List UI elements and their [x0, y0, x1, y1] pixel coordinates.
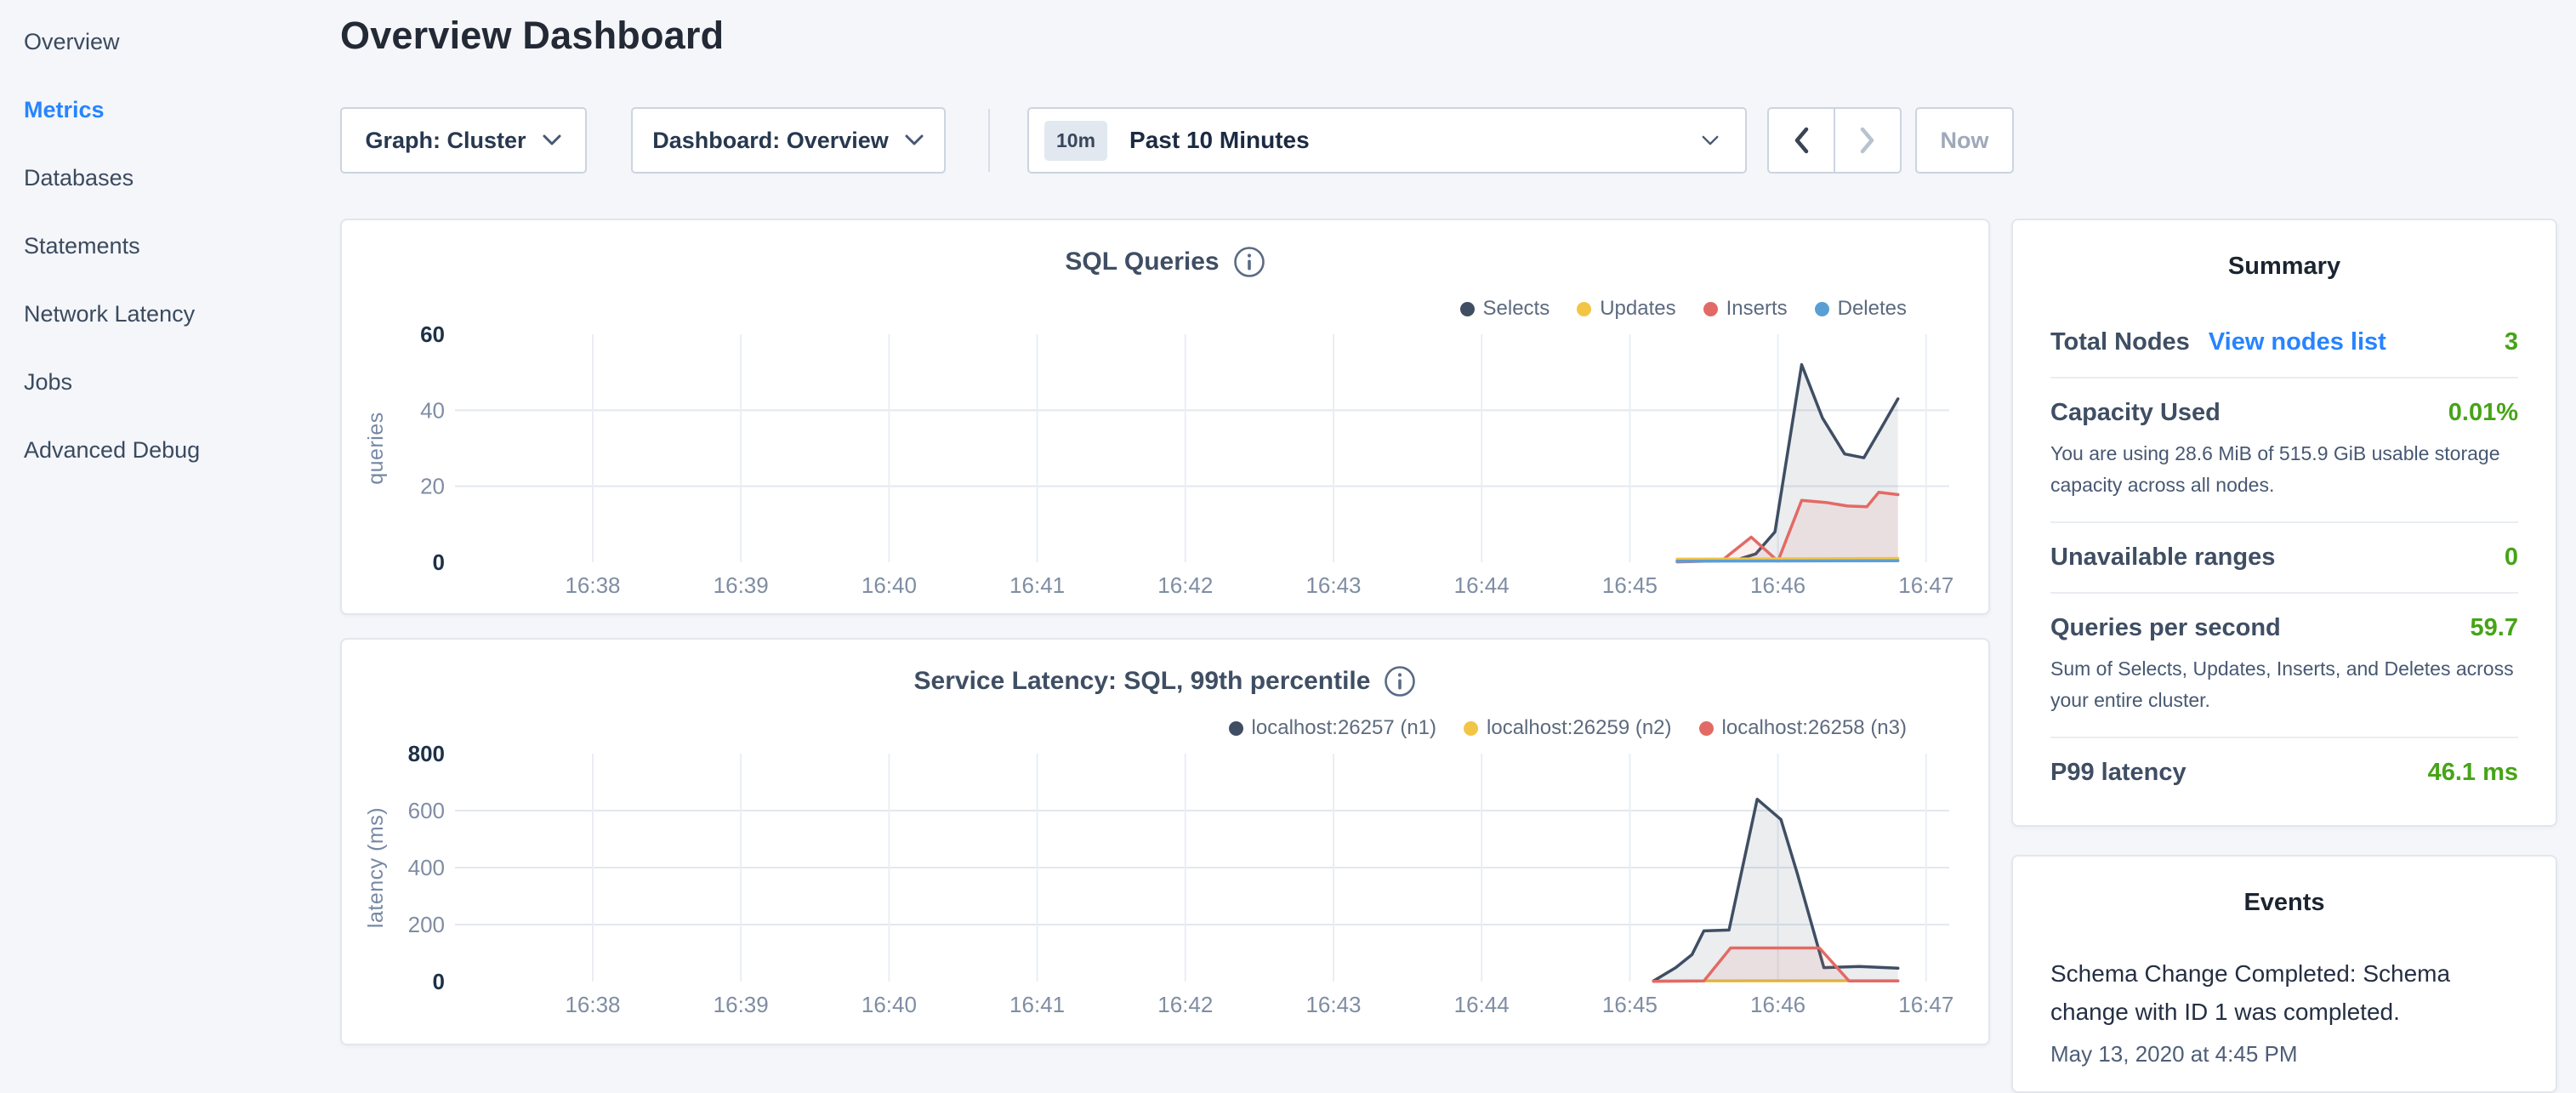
graph-dropdown[interactable]: Graph: Cluster — [340, 107, 587, 174]
event-text: Schema Change Completed: Schema change w… — [2050, 954, 2518, 1031]
svg-text:60: 60 — [420, 322, 445, 347]
sidebar-item-advanced-debug[interactable]: Advanced Debug — [0, 416, 340, 484]
svg-text:16:45: 16:45 — [1602, 572, 1658, 598]
summary-row-value: 3 — [2505, 328, 2518, 356]
svg-text:16:45: 16:45 — [1602, 992, 1658, 1017]
view-nodes-list-link[interactable]: View nodes list — [2209, 328, 2386, 356]
svg-text:queries: queries — [364, 412, 388, 485]
svg-text:16:43: 16:43 — [1305, 992, 1361, 1017]
time-range-badge: 10m — [1044, 121, 1107, 161]
now-button[interactable]: Now — [1915, 107, 2014, 174]
svg-text:0: 0 — [433, 969, 445, 994]
events-list: Schema Change Completed: Schema change w… — [2050, 954, 2518, 1067]
summary-row-label: Total Nodes — [2050, 328, 2190, 356]
summary-panel: Summary Total Nodes View nodes list 3 Capac… — [2011, 219, 2557, 827]
event-item: Schema Change Completed: Schema change w… — [2050, 954, 2518, 1067]
svg-text:16:46: 16:46 — [1750, 572, 1805, 598]
summary-row-label: P99 latency — [2050, 759, 2186, 787]
summary-row-label: Queries per second — [2050, 614, 2281, 642]
summary-row: Queries per second 59.7 Sum of Selects, Up… — [2050, 594, 2518, 738]
summary-row: Total Nodes View nodes list 3 — [2050, 308, 2518, 379]
service-latency-chart-card: Service Latency: SQL, 99th percentile lo… — [340, 638, 1990, 1045]
svg-text:16:41: 16:41 — [1009, 992, 1065, 1017]
time-pager — [1767, 107, 1902, 174]
svg-text:16:42: 16:42 — [1157, 572, 1213, 598]
summary-row: Capacity Used 0.01% You are using 28.6 MiB… — [2050, 379, 2518, 523]
svg-text:latency (ms): latency (ms) — [364, 807, 388, 928]
summary-row-value: 0.01% — [2448, 399, 2518, 427]
chevron-left-icon — [1792, 126, 1811, 155]
summary-row-value: 46.1 ms — [2428, 759, 2518, 787]
summary-row-label: Unavailable ranges — [2050, 544, 2275, 572]
dashboard-dropdown[interactable]: Dashboard: Overview — [631, 107, 946, 174]
svg-text:16:47: 16:47 — [1898, 992, 1953, 1017]
svg-text:200: 200 — [408, 912, 445, 937]
svg-text:16:43: 16:43 — [1305, 572, 1361, 598]
page-title: Overview Dashboard — [340, 14, 724, 58]
events-panel: Events Schema Change Completed: Schema c… — [2011, 855, 2557, 1093]
svg-text:16:38: 16:38 — [565, 992, 620, 1017]
svg-text:16:40: 16:40 — [862, 992, 917, 1017]
summary-row-value: 59.7 — [2471, 614, 2518, 642]
controls-divider — [988, 109, 990, 172]
svg-text:400: 400 — [408, 855, 445, 880]
sidebar-item-statements[interactable]: Statements — [0, 212, 340, 280]
svg-text:0: 0 — [433, 549, 445, 575]
svg-text:16:46: 16:46 — [1750, 992, 1805, 1017]
svg-text:16:44: 16:44 — [1454, 992, 1510, 1017]
event-timestamp: May 13, 2020 at 4:45 PM — [2050, 1041, 2518, 1067]
svg-text:16:39: 16:39 — [714, 992, 769, 1017]
svg-text:16:39: 16:39 — [714, 572, 769, 598]
events-title: Events — [2050, 889, 2518, 917]
summary-title: Summary — [2050, 253, 2518, 281]
summary-row: Unavailable ranges 0 — [2050, 523, 2518, 594]
summary-rows: Total Nodes View nodes list 3 Capacity Used… — [2050, 308, 2518, 807]
summary-row-value: 0 — [2505, 544, 2518, 572]
dashboard-dropdown-label: Dashboard: Overview — [652, 128, 889, 154]
svg-text:16:38: 16:38 — [565, 572, 620, 598]
chevron-down-icon — [1701, 134, 1720, 147]
svg-text:16:41: 16:41 — [1009, 572, 1065, 598]
sidebar-item-metrics[interactable]: Metrics — [0, 76, 340, 144]
sidebar-item-databases[interactable]: Databases — [0, 144, 340, 212]
time-range-label: Past 10 Minutes — [1129, 127, 1310, 154]
summary-row: P99 latency 46.1 ms — [2050, 738, 2518, 807]
sidebar-item-overview[interactable]: Overview — [0, 8, 340, 76]
svg-text:800: 800 — [408, 741, 445, 766]
chevron-right-icon — [1858, 126, 1877, 155]
svg-text:16:47: 16:47 — [1898, 572, 1953, 598]
svg-text:600: 600 — [408, 798, 445, 823]
graph-dropdown-label: Graph: Cluster — [365, 128, 526, 154]
next-timespan-button[interactable] — [1834, 109, 1900, 172]
summary-row-description: Sum of Selects, Updates, Inserts, and De… — [2050, 653, 2518, 716]
summary-row-description: You are using 28.6 MiB of 515.9 GiB usab… — [2050, 438, 2518, 501]
svg-text:16:42: 16:42 — [1157, 992, 1213, 1017]
overview-dashboard-page: { "header": { "title": "Overview Dashboa… — [0, 0, 2576, 1051]
chevron-down-icon — [904, 134, 924, 147]
chevron-down-icon — [542, 134, 562, 147]
service-latency-plot: 16:38 16:39 16:40 16:41 16:42 16:43 16:44 16:45… — [342, 640, 1992, 1047]
sql-queries-chart-card: SQL Queries SelectsUpdatesInsertsDeletes… — [340, 219, 1990, 615]
now-button-label: Now — [1941, 128, 1989, 154]
svg-text:40: 40 — [420, 397, 445, 423]
sidebar-item-network-latency[interactable]: Network Latency — [0, 280, 340, 348]
svg-text:16:44: 16:44 — [1454, 572, 1510, 598]
previous-timespan-button[interactable] — [1769, 109, 1834, 172]
svg-text:20: 20 — [420, 474, 445, 499]
sql-queries-plot: 16:38 16:39 16:40 16:41 16:42 16:43 16:44 16:45… — [342, 220, 1992, 617]
sidebar: OverviewMetricsDatabasesStatementsNetwor… — [0, 8, 340, 484]
time-range-dropdown[interactable]: 10m Past 10 Minutes — [1027, 107, 1747, 174]
sidebar-item-jobs[interactable]: Jobs — [0, 348, 340, 416]
summary-row-label: Capacity Used — [2050, 399, 2221, 427]
svg-text:16:40: 16:40 — [862, 572, 917, 598]
